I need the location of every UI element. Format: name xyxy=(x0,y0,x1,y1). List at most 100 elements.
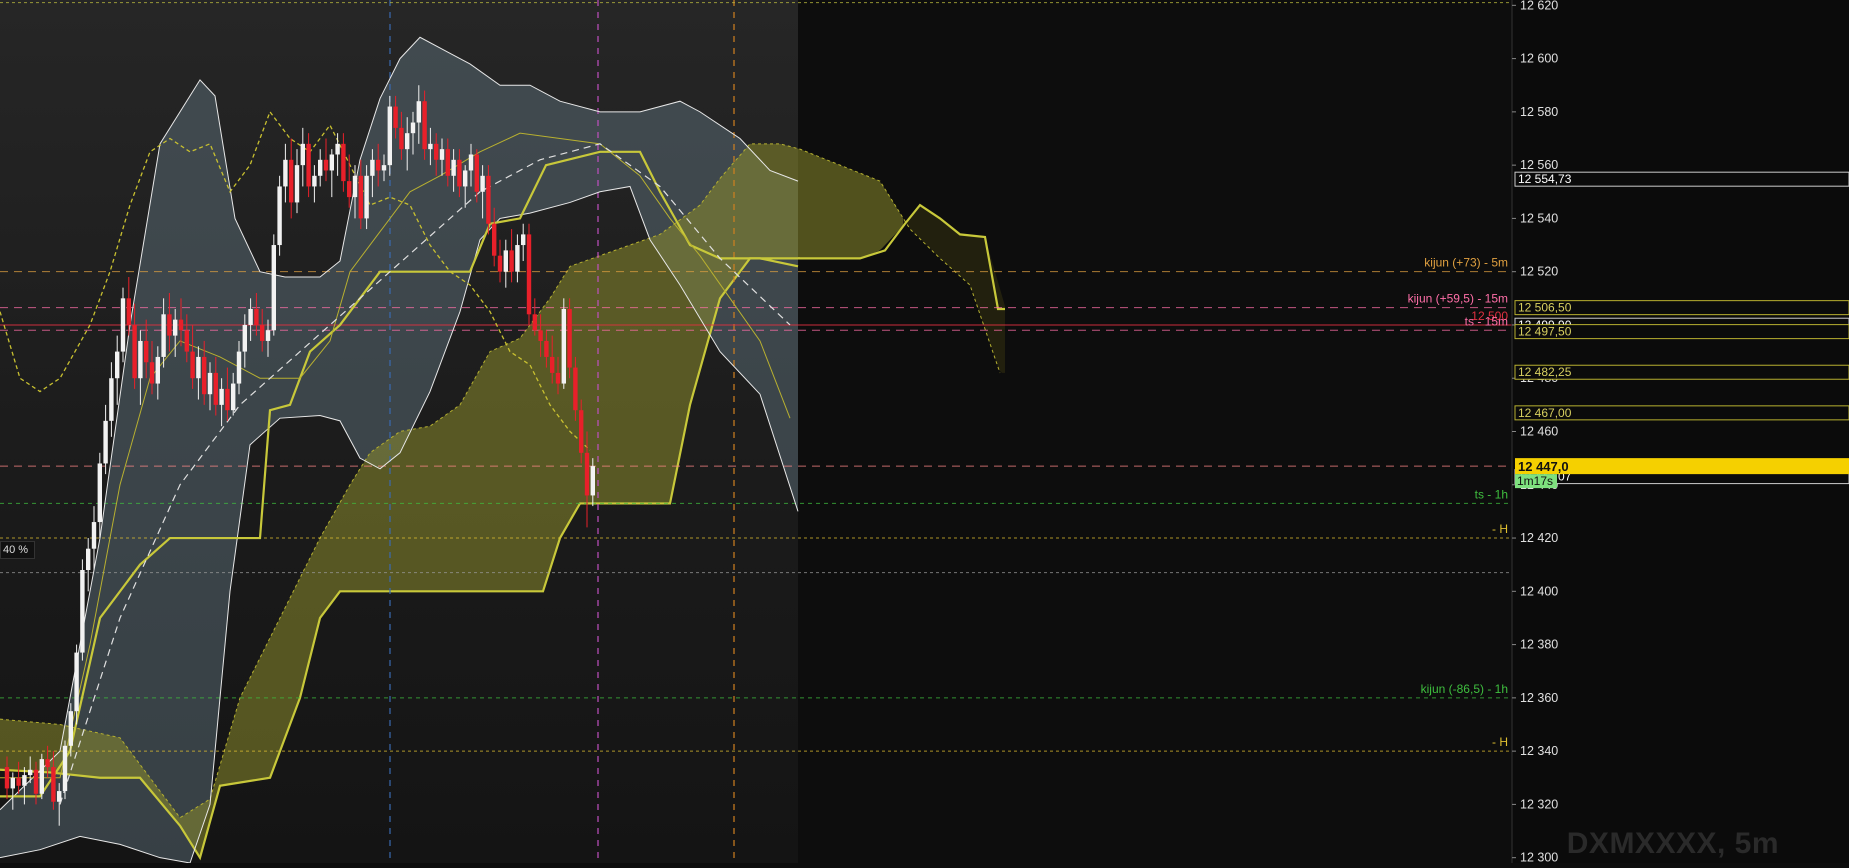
candle-body xyxy=(341,143,346,182)
candle-body xyxy=(265,330,271,341)
candle-body xyxy=(370,159,375,176)
candle-body xyxy=(91,522,97,549)
candle-body xyxy=(167,314,172,336)
candle-body xyxy=(532,314,537,331)
candle-body xyxy=(544,340,549,357)
candle-body xyxy=(289,159,294,203)
candle-body xyxy=(4,767,10,789)
price-axis-bg xyxy=(1512,0,1849,863)
candlestick-chart[interactable]: kijun (+73) - 5m kijun (+59,5) - 15m 12 50… xyxy=(0,0,1849,865)
candle-body xyxy=(515,245,520,272)
candle-body xyxy=(155,356,160,384)
candle-body xyxy=(57,791,62,802)
candle-body xyxy=(138,340,143,379)
candle-body xyxy=(242,324,247,352)
candle-body xyxy=(39,759,44,794)
candle-body xyxy=(410,122,416,134)
candle-body xyxy=(468,154,474,171)
candle-body xyxy=(207,372,213,395)
candle-body xyxy=(428,143,433,150)
candle-body xyxy=(486,175,491,224)
candle-body xyxy=(445,149,450,176)
candle-body xyxy=(236,351,242,384)
last-price-label: 12 447,0 xyxy=(1518,459,1569,474)
candle-body xyxy=(80,570,85,653)
candle-body xyxy=(202,356,207,395)
candle-body xyxy=(590,466,595,496)
candle-body xyxy=(120,298,126,352)
y-tick-label: 12 540 xyxy=(1520,211,1558,225)
candle-body xyxy=(283,159,288,187)
axis-price-box-label: 12 467,00 xyxy=(1518,406,1572,420)
y-tick-label: 12 340 xyxy=(1520,744,1558,758)
candle-body xyxy=(97,463,102,523)
candle-body xyxy=(318,159,323,176)
candle-body xyxy=(335,143,340,155)
candle-body xyxy=(312,175,317,187)
candle-body xyxy=(358,175,363,219)
candle-body xyxy=(22,775,27,786)
candle-body xyxy=(567,308,572,368)
candle-body xyxy=(463,170,468,187)
candle-body xyxy=(497,255,503,272)
candle-body xyxy=(178,319,184,331)
candle-body xyxy=(132,324,137,379)
candle-body xyxy=(306,143,311,187)
symbol-watermark: DXMXXXX, 5m xyxy=(1566,827,1779,860)
candle-body xyxy=(248,308,253,325)
candle-body xyxy=(10,777,15,789)
y-tick-label: 12 300 xyxy=(1520,851,1558,863)
axis-price-box-label: 12 554,73 xyxy=(1518,172,1572,186)
candle-body xyxy=(45,759,50,768)
candle-body xyxy=(509,250,514,272)
price-level-label: ts - 15m xyxy=(1465,314,1508,328)
candle-body xyxy=(434,143,439,160)
price-level-label: - H xyxy=(1492,735,1508,749)
candle-body xyxy=(16,777,21,786)
candle-body xyxy=(149,362,155,384)
candle-body xyxy=(521,234,526,246)
y-tick-label: 12 420 xyxy=(1520,531,1558,545)
candle-body xyxy=(190,351,195,379)
axis-price-box-label: 12 482,25 xyxy=(1518,365,1572,379)
y-tick-label: 12 380 xyxy=(1520,638,1558,652)
y-tick-label: 12 360 xyxy=(1520,691,1558,705)
candle-body xyxy=(387,106,392,166)
price-level-label: kijun (+73) - 5m xyxy=(1424,256,1508,270)
candle-body xyxy=(561,308,566,384)
y-tick-label: 12 600 xyxy=(1520,52,1558,66)
candle-body xyxy=(271,245,276,331)
price-level-label: kijun (+59,5) - 15m xyxy=(1408,292,1508,306)
candle-body xyxy=(231,383,236,411)
candle-body xyxy=(393,106,398,128)
candle-body xyxy=(294,165,300,203)
candle-body xyxy=(573,367,578,411)
candle-body xyxy=(480,175,485,192)
candle-body xyxy=(364,175,369,219)
candle-body xyxy=(51,767,56,802)
candle-body xyxy=(161,314,166,357)
candle-body xyxy=(550,356,555,373)
candle-body xyxy=(376,159,381,171)
candle-body xyxy=(457,159,462,187)
candle-body xyxy=(526,234,532,315)
y-tick-label: 12 560 xyxy=(1520,158,1558,172)
candle-body xyxy=(103,420,108,464)
candle-body xyxy=(405,133,410,150)
candle-body xyxy=(323,159,329,171)
candle-body xyxy=(416,101,421,123)
axis-price-box-label: 12 497,50 xyxy=(1518,325,1572,339)
chart-canvas[interactable]: kijun (+73) - 5m kijun (+59,5) - 15m 12 50… xyxy=(0,0,1849,865)
y-tick-label: 12 580 xyxy=(1520,105,1558,119)
candle-body xyxy=(277,186,282,246)
candle-body xyxy=(109,378,114,421)
candle-body xyxy=(28,769,33,776)
candle-body xyxy=(381,165,387,171)
y-tick-label: 12 460 xyxy=(1520,425,1558,439)
candle-body xyxy=(225,388,230,411)
axis-price-box-label: 12 506,50 xyxy=(1518,301,1572,315)
candle-body xyxy=(584,452,590,496)
candle-body xyxy=(347,181,352,198)
candle-body xyxy=(62,745,68,792)
candle-body xyxy=(492,223,497,256)
